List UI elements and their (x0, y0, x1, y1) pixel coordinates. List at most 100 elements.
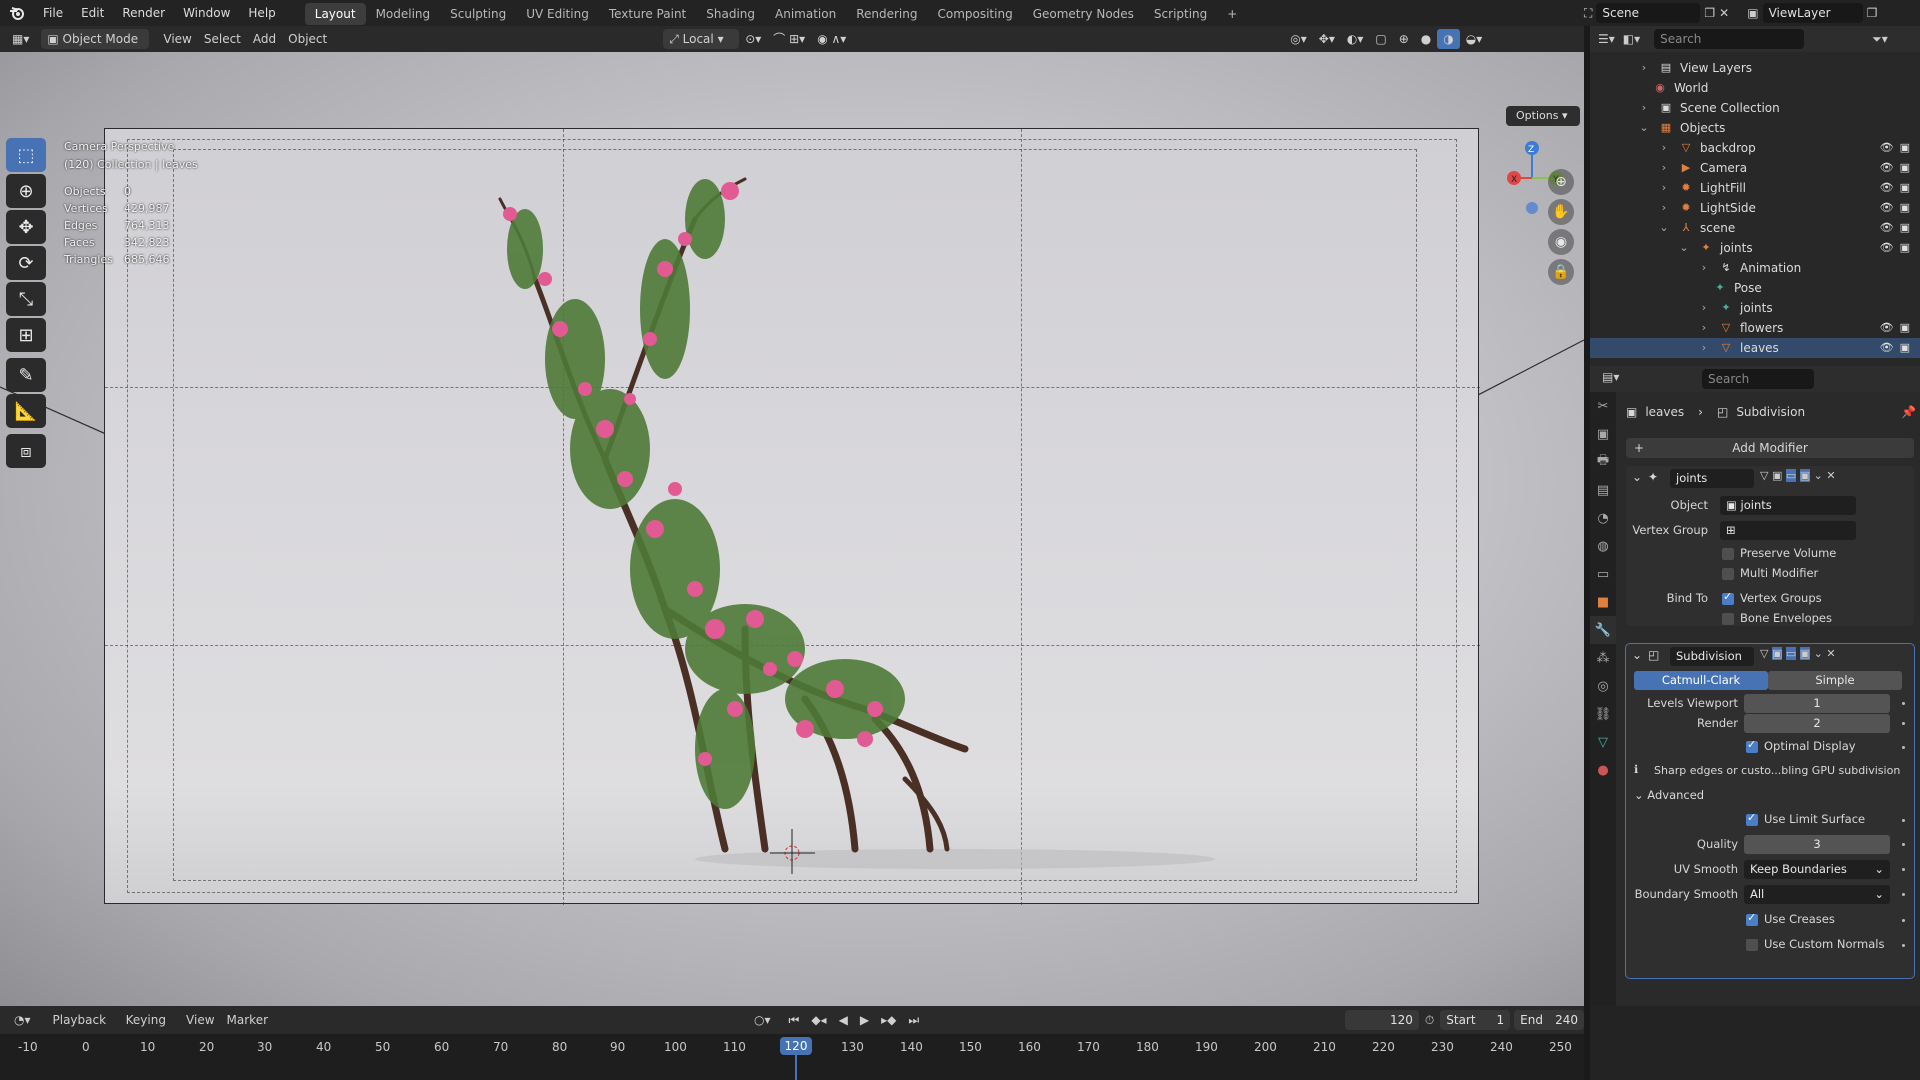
timeline-editor-icon[interactable]: ◔▾ (8, 1010, 37, 1030)
menu-object[interactable]: Object (282, 29, 333, 49)
menu-window[interactable]: Window (174, 0, 239, 26)
tab-uv-editing[interactable]: UV Editing (516, 3, 599, 25)
boundary-smooth-dropdown[interactable]: All ⌄ (1744, 885, 1890, 904)
menu-file[interactable]: File (34, 0, 72, 26)
tab-layout[interactable]: Layout (304, 3, 366, 25)
playback-menu[interactable]: Playback ▾ (47, 1010, 120, 1047)
outliner-editor-icon[interactable]: ☰▾ (1598, 32, 1615, 46)
scale-tool-icon[interactable]: ⤡ (6, 282, 46, 316)
modifier-toggle-icons[interactable]: ▽ ▣ ▭ ▣ ⌄ ✕ (1760, 647, 1836, 660)
world-tab-icon[interactable]: ◍ (1590, 532, 1616, 560)
tab-geometry-nodes[interactable]: Geometry Nodes (1023, 3, 1144, 25)
catmull-clark-button[interactable]: Catmull-Clark (1634, 671, 1768, 690)
outliner-row-world[interactable]: ◉ World (1590, 78, 1920, 98)
menu-render[interactable]: Render (113, 0, 174, 26)
physics-tab-icon[interactable]: ◎ (1590, 672, 1616, 700)
keyframe-dot[interactable] (1902, 722, 1905, 725)
editor-type-icon[interactable]: ▦▾ (6, 29, 35, 49)
keying-menu[interactable]: Keying ▾ (120, 1010, 180, 1047)
menu-view[interactable]: View (157, 29, 197, 49)
marker-menu[interactable]: Marker (221, 1010, 274, 1030)
timeline-ruler[interactable]: -10 0 10 20 30 40 50 60 70 80 90 100 110… (0, 1034, 1584, 1080)
scene-tab-icon[interactable]: ◔ (1590, 504, 1616, 532)
outliner-row-objects[interactable]: ⌄ ▦ Objects (1590, 118, 1920, 138)
xray-icon[interactable]: ▢ (1369, 29, 1392, 49)
measure-tool-icon[interactable]: 📐 (6, 394, 46, 428)
gizmo-toggle-icon[interactable]: ✥▾ (1313, 29, 1341, 49)
outliner-row-animation[interactable]: › ↯ Animation (1590, 258, 1920, 278)
proportional-edit-icon[interactable]: ◉ ∧▾ (811, 29, 852, 49)
pin-icon[interactable]: 📌 (1901, 405, 1916, 419)
3d-viewport[interactable]: ⬚ ⊕ ✥ ⟳ ⤡ ⊞ ✎ 📐 ⧈ Camera Perspective (12… (0, 52, 1584, 1006)
camera-view-icon[interactable]: ◉ (1548, 229, 1574, 255)
pan-hand-icon[interactable]: ✋ (1548, 199, 1574, 225)
data-tab-icon[interactable]: ▽ (1590, 728, 1616, 756)
transform-tool-icon[interactable]: ⊞ (6, 318, 46, 352)
auto-key-icon[interactable]: ○▾ (748, 1010, 777, 1030)
new-view-layer-icon[interactable]: ❐ (1867, 6, 1878, 20)
playhead-frame-indicator[interactable]: 120 (780, 1037, 812, 1055)
constraints-tab-icon[interactable]: ⛓ (1590, 700, 1616, 728)
modifier-toggle-icons[interactable]: ▽ ▣ ▭ ▣ ⌄ ✕ (1760, 469, 1836, 482)
eye-icon[interactable]: 👁 (1880, 338, 1894, 358)
view-layer-tab-icon[interactable]: ▤ (1590, 476, 1616, 504)
annotate-tool-icon[interactable]: ✎ (6, 358, 46, 392)
pivot-icon[interactable]: ⊙▾ (739, 29, 767, 49)
eye-icon[interactable]: 👁 (1880, 238, 1894, 258)
keyframe-dot[interactable] (1902, 944, 1905, 947)
bone-envelopes-checkbox[interactable] (1722, 613, 1734, 625)
shading-rendered-icon[interactable]: ◒▾ (1460, 29, 1489, 49)
camera-render-icon[interactable]: ▣ (1900, 338, 1910, 358)
armature-modifier-name[interactable]: joints (1670, 469, 1754, 488)
tab-compositing[interactable]: Compositing (927, 3, 1022, 25)
play-icon[interactable]: ▶ (854, 1010, 875, 1030)
keyframe-dot[interactable] (1902, 868, 1905, 871)
add-modifier-button[interactable]: + Add Modifier (1626, 438, 1914, 458)
modifier-tab-icon[interactable]: 🔧 (1590, 616, 1616, 644)
vertex-groups-checkbox[interactable] (1722, 590, 1734, 605)
particles-tab-icon[interactable]: ⁂ (1590, 644, 1616, 672)
keyframe-dot[interactable] (1902, 919, 1905, 922)
eye-icon[interactable]: 👁 (1880, 178, 1894, 198)
options-dropdown[interactable]: Options ▾ (1506, 106, 1580, 126)
outliner-row-flowers[interactable]: › ▽ flowers 👁 ▣ (1590, 318, 1920, 338)
rotate-tool-icon[interactable]: ⟳ (6, 246, 46, 280)
advanced-subpanel[interactable]: ⌄ Advanced (1634, 788, 1704, 802)
outliner-row-leaves[interactable]: › ▽ leaves 👁 ▣ (1590, 338, 1920, 358)
keyframe-dot[interactable] (1902, 819, 1905, 822)
flower-deer-model[interactable] (105, 129, 1480, 905)
keyframe-dot[interactable] (1902, 893, 1905, 896)
jump-start-icon[interactable]: ⏮ (783, 1010, 806, 1030)
display-mode-icon[interactable]: ◧▾ (1623, 32, 1640, 46)
play-reverse-icon[interactable]: ◀ (833, 1010, 854, 1030)
tab-texture-paint[interactable]: Texture Paint (599, 3, 696, 25)
camera-render-icon[interactable]: ▣ (1900, 238, 1910, 258)
camera-render-icon[interactable]: ▣ (1900, 158, 1910, 178)
scene-field[interactable]: Scene (1596, 3, 1701, 23)
tool-tab-icon[interactable]: ✂ (1590, 392, 1616, 420)
eye-icon[interactable]: 👁 (1880, 198, 1894, 218)
outliner-row-lightfill[interactable]: › ✹ LightFill 👁 ▣ (1590, 178, 1920, 198)
uv-smooth-dropdown[interactable]: Keep Boundaries ⌄ (1744, 860, 1890, 879)
view-layer-field[interactable]: ViewLayer (1762, 3, 1863, 23)
start-frame-field[interactable]: Start 1 (1440, 1010, 1511, 1030)
tab-sculpting[interactable]: Sculpting (440, 3, 516, 25)
transform-orientation-dropdown[interactable]: ⤢ Local ▾ (663, 29, 740, 49)
use-limit-surface-checkbox[interactable] (1746, 811, 1758, 826)
vertex-group-field[interactable]: ⊞ (1720, 521, 1856, 540)
menu-select[interactable]: Select (198, 29, 247, 49)
overlay-toggle-icon[interactable]: ◐▾ (1341, 29, 1370, 49)
subdivision-modifier-name[interactable]: Subdivision (1670, 647, 1754, 666)
eye-icon[interactable]: 👁 (1880, 158, 1894, 178)
output-tab-icon[interactable]: 🖶 (1590, 448, 1616, 476)
filter-icon[interactable]: ⏷▾ (1872, 32, 1888, 47)
eye-icon[interactable]: 👁 (1880, 218, 1894, 238)
optimal-display-checkbox[interactable] (1746, 738, 1758, 753)
keyframe-dot[interactable] (1902, 843, 1905, 846)
render-levels-field[interactable]: 2 (1744, 714, 1890, 733)
collapse-chevron-icon[interactable]: ⌄ (1632, 648, 1642, 662)
camera-render-icon[interactable]: ▣ (1900, 318, 1910, 338)
select-box-tool-icon[interactable]: ⬚ (6, 138, 46, 172)
outliner-row-pose[interactable]: ✦ Pose (1590, 278, 1920, 298)
new-scene-icon[interactable]: ❐ (1704, 6, 1715, 20)
